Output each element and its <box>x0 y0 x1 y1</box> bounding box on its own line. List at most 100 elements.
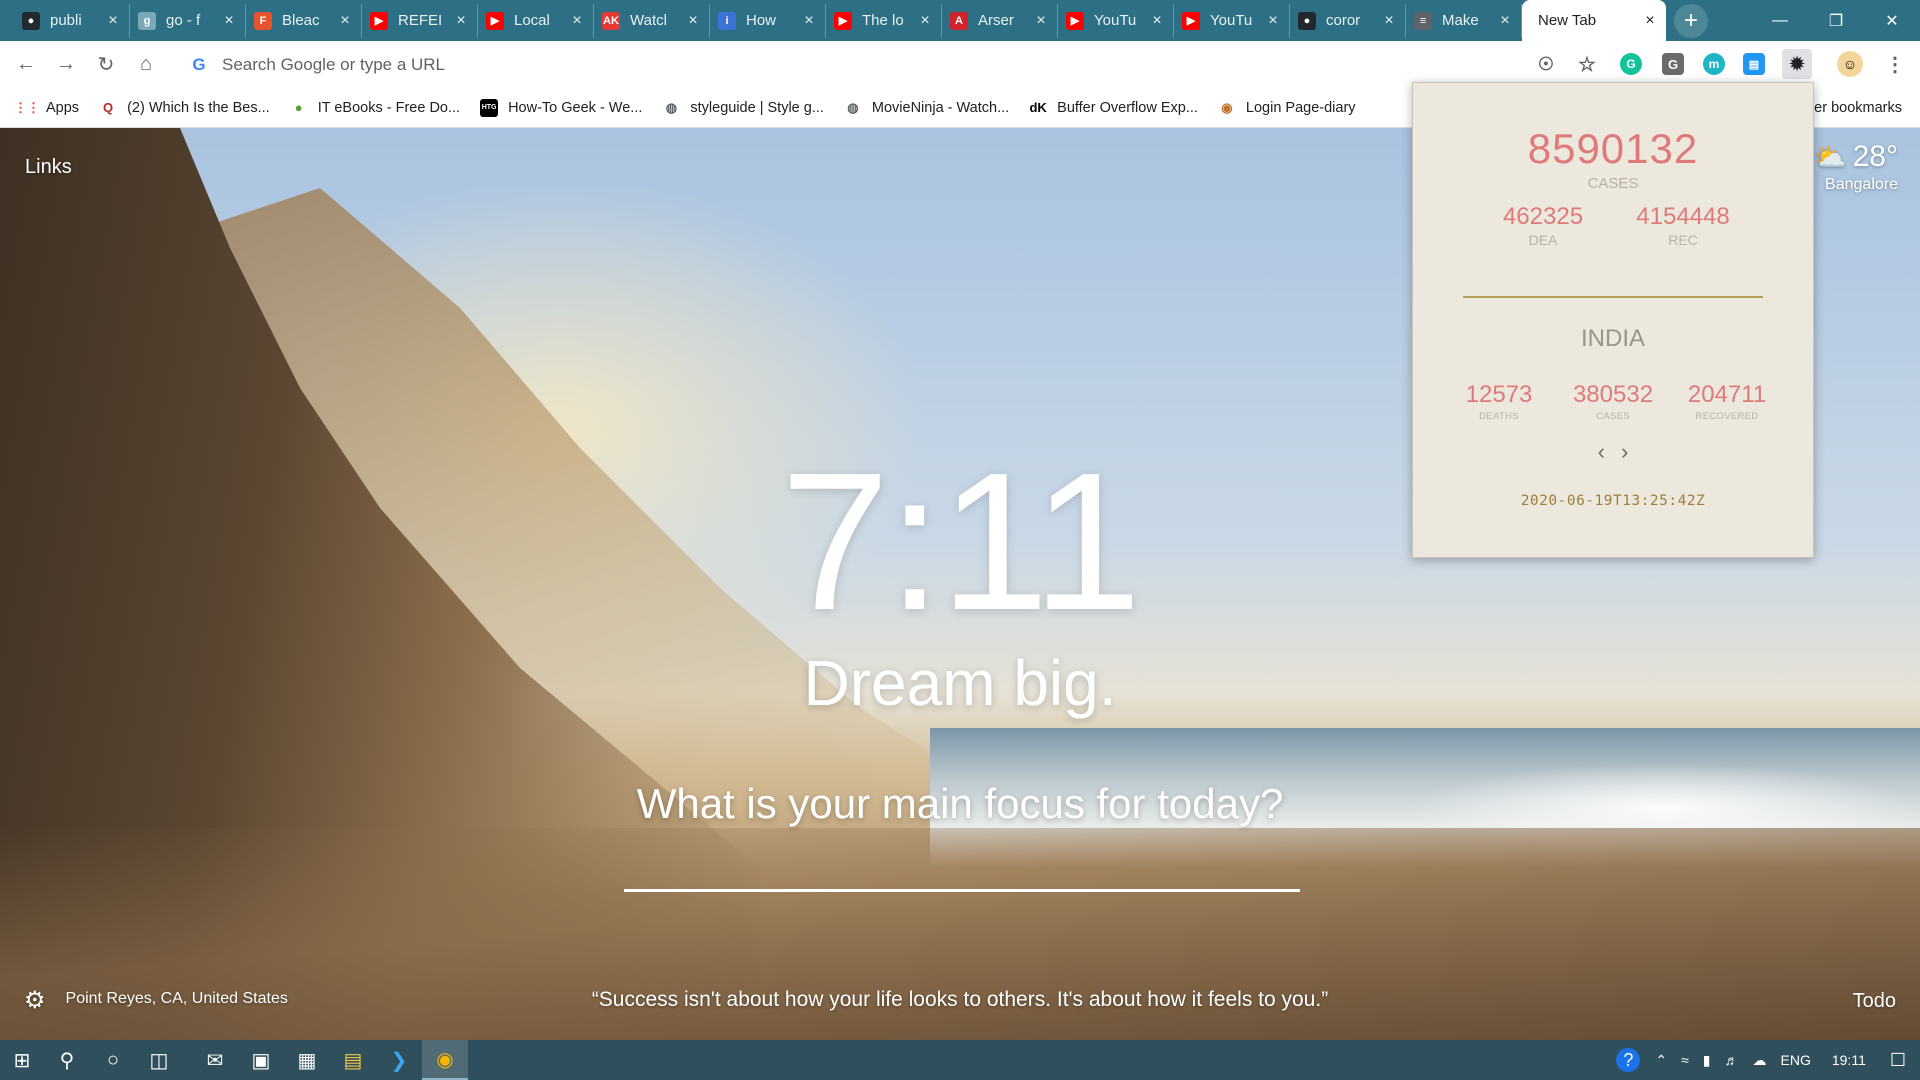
onedrive-icon[interactable]: ☁ <box>1746 1052 1774 1069</box>
m-extension-icon[interactable]: m <box>1703 53 1725 75</box>
chevron-up-icon[interactable]: ⌃ <box>1648 1052 1674 1069</box>
bookmark-item[interactable]: ⋮⋮ Apps <box>14 99 79 117</box>
taskbar-clock[interactable]: 19:11 <box>1818 1052 1880 1068</box>
forward-icon[interactable]: → <box>46 45 86 85</box>
next-country-chevron-icon[interactable]: › <box>1621 439 1628 465</box>
bookmark-star-icon[interactable]: ☆ <box>1572 49 1602 79</box>
gopher-icon: g <box>138 11 156 30</box>
tab[interactable]: F Bleac × <box>246 3 362 38</box>
links-button[interactable]: Links <box>25 156 72 179</box>
tab[interactable]: ▶ YouTu × <box>1058 3 1174 38</box>
omnibox[interactable]: G <box>178 46 1608 84</box>
grammarly-icon[interactable]: G <box>1620 53 1642 75</box>
help-icon[interactable]: ? <box>1616 1048 1641 1072</box>
language-indicator[interactable]: ENG <box>1774 1052 1818 1068</box>
notifications-icon[interactable]: ☐ <box>1880 1050 1920 1071</box>
partly-cloudy-icon: ⛅ <box>1814 141 1847 172</box>
bookmark-item[interactable]: Q (2) Which Is the Bes... <box>99 99 270 117</box>
photos-icon[interactable]: ▦ <box>284 1040 330 1080</box>
tab-title: YouTu <box>1094 12 1137 29</box>
tab-new-tab[interactable]: New Tab × <box>1522 0 1666 41</box>
location-icon[interactable]: ☉ <box>1531 49 1561 79</box>
windows-start-icon[interactable]: ⊞ <box>0 1040 44 1080</box>
tab[interactable]: ▶ The lo × <box>826 3 942 38</box>
tab-close-icon[interactable]: × <box>685 12 701 30</box>
tab-close-icon[interactable]: × <box>917 12 933 30</box>
tab[interactable]: ● coror × <box>1290 3 1406 38</box>
bookmark-label: IT eBooks - Free Do... <box>317 99 461 116</box>
restore-icon[interactable]: ❐ <box>1808 0 1864 41</box>
bookmark-item[interactable]: dK Buffer Overflow Exp... <box>1029 99 1197 117</box>
tab-close-icon[interactable]: × <box>105 12 121 30</box>
minimize-icon[interactable]: — <box>1752 0 1808 41</box>
country-recovered-value: 204711 <box>1687 381 1767 408</box>
tab-close-icon[interactable]: × <box>569 12 585 30</box>
global-cases-value: 8590132 <box>1527 125 1699 172</box>
tab-close-icon[interactable]: × <box>337 12 353 30</box>
tab-close-icon[interactable]: × <box>1033 12 1049 30</box>
todo-button[interactable]: Todo <box>1853 990 1896 1013</box>
youtube-icon: ▶ <box>486 11 504 30</box>
new-tab-plus-icon[interactable]: + <box>1674 3 1708 38</box>
task-view-icon[interactable]: ◫ <box>136 1040 182 1080</box>
tab[interactable]: AK Watcl × <box>594 3 710 38</box>
tab[interactable]: A Arser × <box>942 3 1058 38</box>
omnibox-input[interactable] <box>222 55 1122 75</box>
divider <box>1463 296 1763 298</box>
mail-icon[interactable]: ✉ <box>192 1040 238 1080</box>
country-cases-label: CASES <box>1596 411 1630 422</box>
home-icon[interactable]: ⌂ <box>126 45 166 85</box>
store-icon[interactable]: ▣ <box>238 1040 284 1080</box>
tabs-container: ● publi × g go - f × F Bleac × ▶ REFEI × ▶ Local × AK Wa… <box>0 0 1708 41</box>
tab-close-icon[interactable]: × <box>1381 12 1397 30</box>
vscode-icon[interactable]: ❯ <box>376 1040 422 1080</box>
mantra: Dream big. <box>803 647 1117 719</box>
tab-title: Arser <box>978 12 1014 29</box>
tab[interactable]: ▶ Local × <box>478 3 594 38</box>
tab[interactable]: ▶ YouTu × <box>1174 3 1290 38</box>
wifi-icon[interactable]: ≈ <box>1674 1052 1696 1068</box>
tab-close-icon[interactable]: × <box>221 12 237 30</box>
bookmark-item[interactable]: HTG How-To Geek - We... <box>480 98 642 117</box>
tab[interactable]: ≡ Make × <box>1406 3 1522 38</box>
tab-close-icon[interactable]: × <box>801 12 817 30</box>
tab-title: Watcl <box>630 12 667 29</box>
bookmark-item[interactable]: ● IT eBooks - Free Do... <box>290 99 460 117</box>
chrome-icon[interactable]: ◉ <box>422 1040 468 1080</box>
reload-icon[interactable]: ↻ <box>86 45 126 85</box>
tab-title: coror <box>1326 12 1361 29</box>
bookmark-item[interactable]: ◍ MovieNinja - Watch... <box>844 99 1009 117</box>
tab-close-icon[interactable]: × <box>1265 12 1281 30</box>
bookmark-item[interactable]: ◍ styleguide | Style g... <box>662 99 824 117</box>
g-extension-icon[interactable]: G <box>1662 53 1684 75</box>
back-icon[interactable]: ← <box>6 45 46 85</box>
tab-close-icon[interactable]: × <box>1149 12 1165 30</box>
tab-close-icon[interactable]: × <box>1642 12 1658 30</box>
file-explorer-icon[interactable]: ▤ <box>330 1040 376 1080</box>
profile-avatar[interactable]: ☺ <box>1837 51 1863 77</box>
tab-title: New Tab <box>1538 12 1597 29</box>
prev-country-chevron-icon[interactable]: ‹ <box>1598 439 1605 465</box>
tab-close-icon[interactable]: × <box>1497 12 1513 30</box>
globe-icon: ◍ <box>665 99 678 115</box>
bookmark-item[interactable]: ◉ Login Page-diary <box>1218 99 1355 117</box>
volume-icon[interactable]: ♬ <box>1718 1052 1746 1068</box>
covid-extension-icon[interactable]: ✹ <box>1782 49 1812 79</box>
close-window-icon[interactable]: ✕ <box>1864 0 1920 41</box>
tab[interactable]: ▶ REFEI × <box>362 3 478 38</box>
window-extension-icon[interactable]: ▤ <box>1743 53 1765 75</box>
other-bookmarks[interactable]: er bookmarks <box>1814 88 1902 128</box>
focus-input[interactable] <box>624 844 1300 892</box>
menu-icon[interactable]: ⋮ <box>1880 49 1910 79</box>
search-icon[interactable]: ⚲ <box>44 1040 90 1080</box>
tab[interactable]: i How × <box>710 3 826 38</box>
quote[interactable]: “Success isn't about how your life looks… <box>0 988 1920 1012</box>
tab[interactable]: ● publi × <box>14 3 130 38</box>
document-icon: ≡ <box>1414 11 1432 30</box>
tab-close-icon[interactable]: × <box>453 12 469 30</box>
watch-icon: AK <box>602 11 620 30</box>
weather-widget[interactable]: ⛅ 28° Bangalore <box>1814 140 1898 194</box>
cortana-icon[interactable]: ○ <box>90 1040 136 1080</box>
tab[interactable]: g go - f × <box>130 3 246 38</box>
battery-icon[interactable]: ▮ <box>1696 1052 1718 1069</box>
